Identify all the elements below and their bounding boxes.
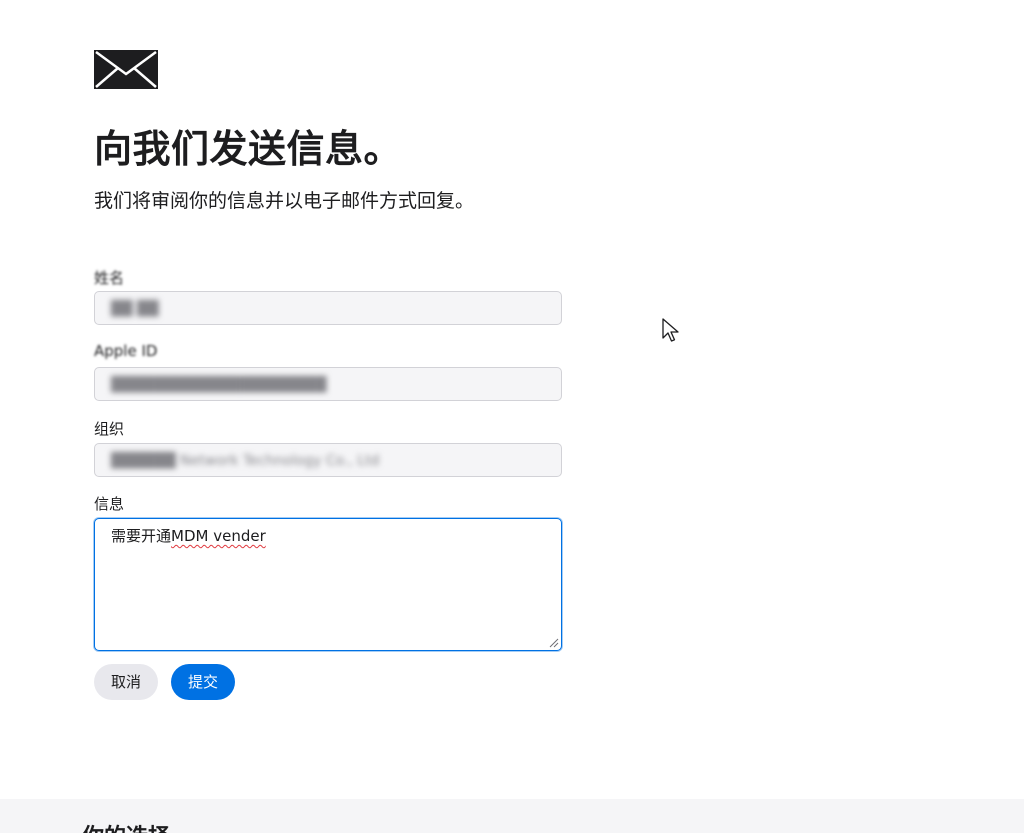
message-label: 信息 <box>94 495 125 513</box>
organization-label: 组织 <box>94 420 125 438</box>
message-text-prefix: 需要开通 <box>111 527 172 545</box>
name-label: 姓名 <box>94 269 125 287</box>
apple-id-value: ████████████████████ <box>111 377 327 393</box>
name-input[interactable]: ██ ██ <box>94 291 562 325</box>
resize-handle-icon[interactable] <box>549 638 559 648</box>
footer-title: 你的选择 <box>82 819 170 833</box>
mouse-cursor-icon <box>662 318 679 342</box>
organization-value: ██████ Network Technology Co., Ltd <box>111 453 380 469</box>
message-text-misspelled: MDM vender <box>171 527 266 545</box>
apple-id-label: Apple ID <box>94 342 158 360</box>
mail-icon <box>94 50 158 89</box>
cancel-button[interactable]: 取消 <box>94 664 158 700</box>
message-textarea[interactable]: 需要开通MDM vender <box>94 518 562 651</box>
name-value: ██ ██ <box>111 301 159 317</box>
page-subtitle: 我们将审阅你的信息并以电子邮件方式回复。 <box>94 190 475 212</box>
submit-button[interactable]: 提交 <box>171 664 235 700</box>
apple-id-input[interactable]: ████████████████████ <box>94 367 562 401</box>
footer-section: 你的选择 <box>0 799 1024 833</box>
page-title: 向我们发送信息。 <box>94 127 403 171</box>
contact-page: 向我们发送信息。 我们将审阅你的信息并以电子邮件方式回复。 姓名 ██ ██ A… <box>0 0 1024 833</box>
organization-input[interactable]: ██████ Network Technology Co., Ltd <box>94 443 562 477</box>
